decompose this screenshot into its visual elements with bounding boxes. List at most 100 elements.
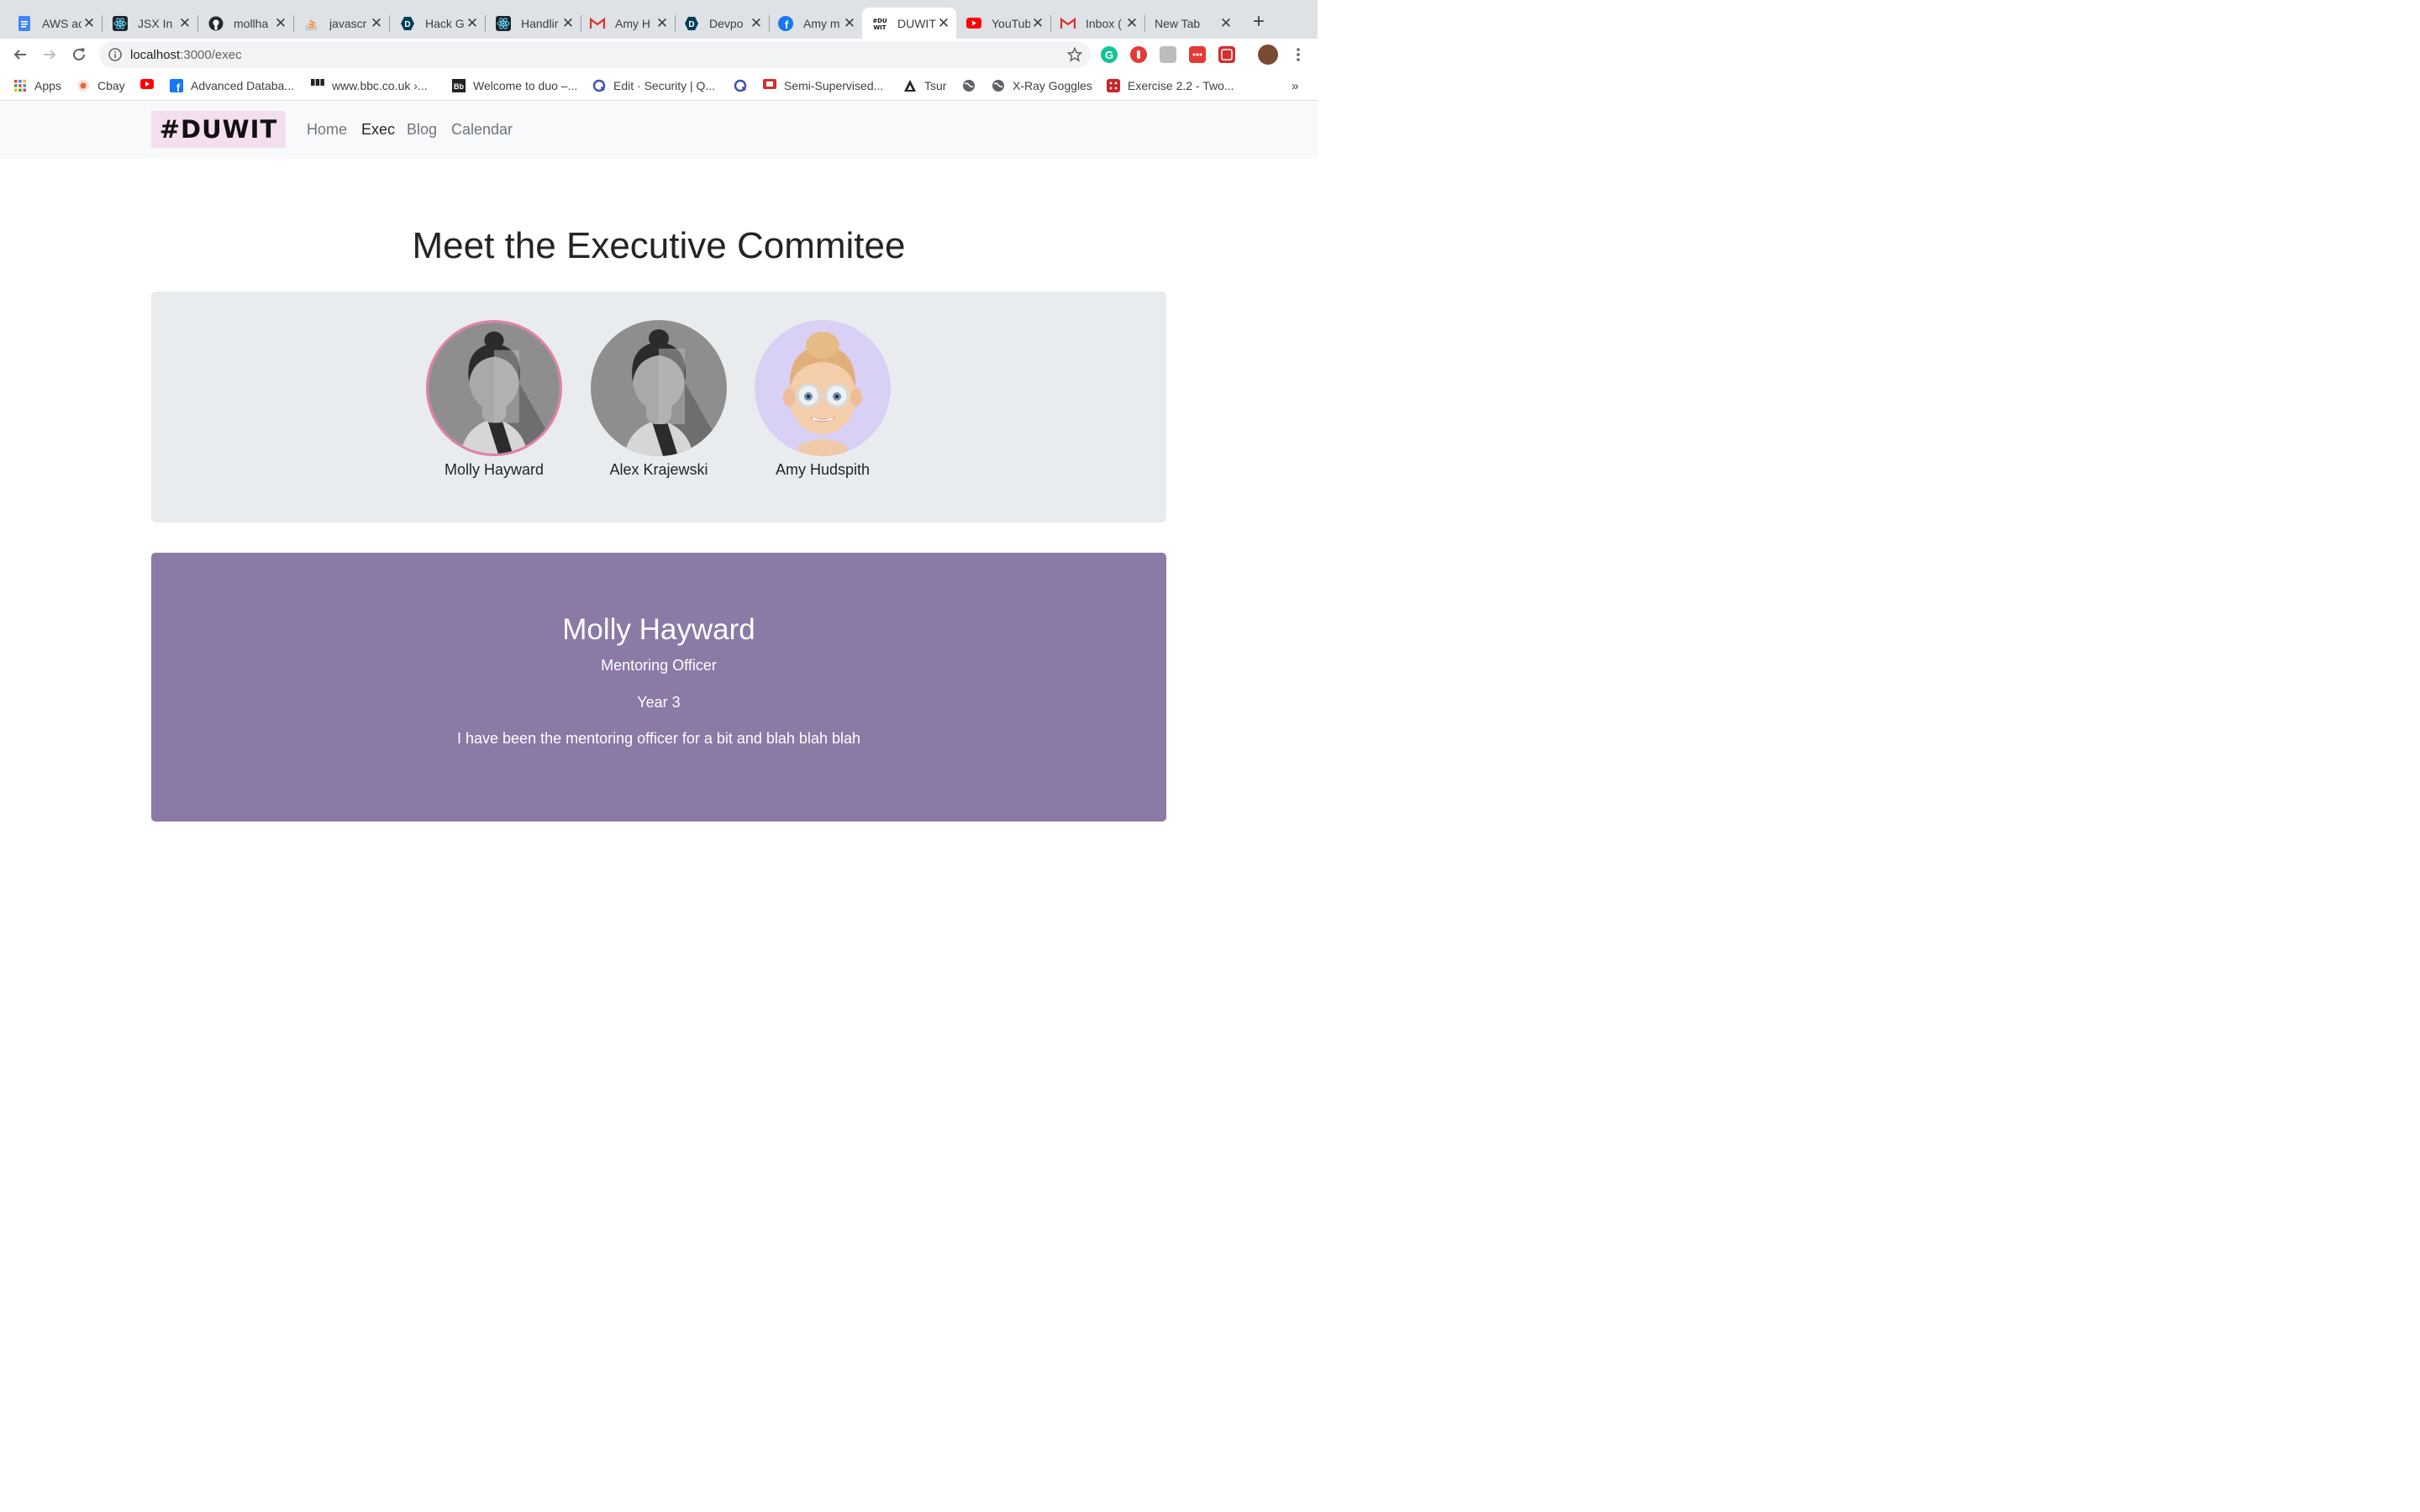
close-icon[interactable]: ✕ [655,15,670,32]
tab-jsx[interactable]: JSX In ✕ [103,8,198,39]
close-icon[interactable]: ✕ [1030,15,1045,32]
bookmark-semi-supervised[interactable]: Semi-Supervised... [763,77,883,94]
browser-toolbar: localhost:3000/exec G [0,39,1318,71]
member-name: Alex Krajewski [609,461,708,478]
tab-stackoverflow[interactable]: javascr ✕ [294,8,390,39]
memoji-avatar [755,320,891,456]
devpost-icon: D [400,16,415,31]
extension-puzzle-icon[interactable] [1160,46,1176,63]
lastpass-extension-icon[interactable] [1189,46,1206,63]
detail-name: Molly Hayward [562,613,755,646]
react-icon [113,15,128,31]
close-icon[interactable]: ✕ [1124,15,1139,32]
profile-avatar[interactable] [1258,45,1278,65]
svg-text:WIT: WIT [873,24,886,31]
bookmark-duo[interactable]: Bb Welcome to duo –... [452,77,577,94]
tab-github[interactable]: mollha ✕ [198,8,294,39]
apps-grid-icon [14,80,26,92]
exec-members-panel: Molly Hayward Alex Krajewski Amy Hudspit… [151,291,1166,522]
svg-text:f: f [176,81,181,92]
member-name: Molly Hayward [444,461,544,478]
bookmark-qualys[interactable] [734,77,755,94]
tab-youtube[interactable]: YouTub ✕ [956,8,1051,39]
duwit-logo[interactable]: #DUWIT [151,111,286,148]
tab-inbox[interactable]: Inbox ( ✕ [1050,8,1145,39]
adblock-extension-icon[interactable] [1130,46,1147,63]
bookmark-tsur[interactable]: Tsur [903,77,946,94]
bookmark-xray-goggles[interactable]: X-Ray Goggles [992,77,1092,94]
nav-blog[interactable]: Blog [407,121,437,139]
close-icon[interactable]: ✕ [465,15,480,32]
detail-bio: I have been the mentoring officer for a … [457,730,860,747]
stackoverflow-icon [304,16,319,31]
bookmarks-overflow-button[interactable]: » [1292,77,1298,94]
bookmark-cbay[interactable]: Cbay [76,77,125,94]
tab-gmail-amy[interactable]: Amy H ✕ [580,8,676,39]
tab-duwit[interactable]: #DU WIT DUWIT ✕ [862,8,956,39]
react-icon [496,15,511,31]
bookmark-exercise[interactable]: Exercise 2.2 - Two... [1107,77,1234,94]
svg-text:D: D [688,20,694,29]
tab-hack[interactable]: D Hack G ✕ [390,8,486,39]
bookmark-advanced-databases[interactable]: f Advanced Databa... [170,77,294,94]
tab-devpost[interactable]: D Devpo ✕ [674,8,770,39]
bookmark-star-icon[interactable] [1067,47,1082,62]
close-icon[interactable]: ✕ [842,15,857,32]
bookmarks-bar: Apps Cbay f Advanced Databa... www.bbc.c… [0,71,1318,101]
person-silhouette-icon [429,323,560,454]
close-icon[interactable]: ✕ [177,15,192,32]
forward-arrow-icon [44,50,56,60]
tab-handling[interactable]: Handlir ✕ [486,8,581,39]
close-icon[interactable]: ✕ [936,15,951,32]
nav-exec[interactable]: Exec [361,121,395,139]
bookmark-apps[interactable]: Apps [13,77,61,94]
red-extension-icon[interactable] [1218,46,1235,63]
bookmark-label: Semi-Supervised... [784,79,884,92]
forward-button[interactable] [39,44,60,66]
qualys-icon [592,79,606,92]
member-detail-panel: Molly Hayward Mentoring Officer Year 3 I… [151,553,1166,822]
member-name: Amy Hudspith [775,461,871,478]
back-button[interactable] [9,44,31,66]
close-icon[interactable]: ✕ [749,15,764,32]
tab-title: AWS ac [42,16,82,30]
tab-title: javascr [329,16,367,30]
memoji-face-icon [755,320,891,456]
tab-title: Inbox ( [1086,16,1122,30]
bookmark-label: Tsur [924,79,947,92]
nav-home[interactable]: Home [307,121,347,139]
close-icon[interactable]: ✕ [273,15,288,32]
address-bar[interactable]: localhost:3000/exec [99,41,1091,68]
site-navbar: #DUWIT Home Exec Blog Calendar [0,102,1318,159]
close-icon[interactable]: ✕ [369,15,384,32]
close-icon[interactable]: ✕ [1218,15,1234,32]
member-card-molly[interactable]: Molly Hayward [423,320,566,479]
person-silhouette-icon [591,320,727,456]
tab-title: DUWIT [897,16,936,30]
bookmark-youtube[interactable] [140,77,161,94]
menu-button[interactable] [1287,44,1309,66]
member-card-amy[interactable]: Amy Hudspith [751,320,894,479]
member-card-alex[interactable]: Alex Krajewski [587,320,730,479]
youtube-icon [140,79,154,89]
grammarly-extension-icon[interactable]: G [1101,46,1118,63]
close-icon[interactable]: ✕ [82,15,97,32]
reload-button[interactable] [68,44,90,66]
close-icon[interactable]: ✕ [560,15,576,32]
back-arrow-icon [13,50,26,60]
bookmark-bbc[interactable]: www.bbc.co.uk ›... [311,77,428,94]
google-docs-icon [17,15,32,31]
browser-tab-strip: AWS ac ✕ JSX In ✕ mollha ✕ javascr ✕ D H… [0,0,1318,39]
bookmark-edit-security[interactable]: Edit · Security | Q... [592,77,715,94]
nav-calendar[interactable]: Calendar [451,121,513,139]
tab-facebook[interactable]: f Amy m ✕ [768,8,862,39]
svg-text:D: D [404,20,410,29]
placeholder-avatar [591,320,727,456]
bookmark-globe[interactable] [962,77,983,94]
tab-new-tab[interactable]: New Tab ✕ [1144,8,1239,39]
bookmark-label: www.bbc.co.uk ›... [332,79,428,92]
new-tab-button[interactable]: + [1249,12,1269,32]
blackboard-icon: Bb [452,79,466,92]
tab-title: Amy H [615,16,650,30]
tab-aws[interactable]: AWS ac ✕ [7,8,103,39]
